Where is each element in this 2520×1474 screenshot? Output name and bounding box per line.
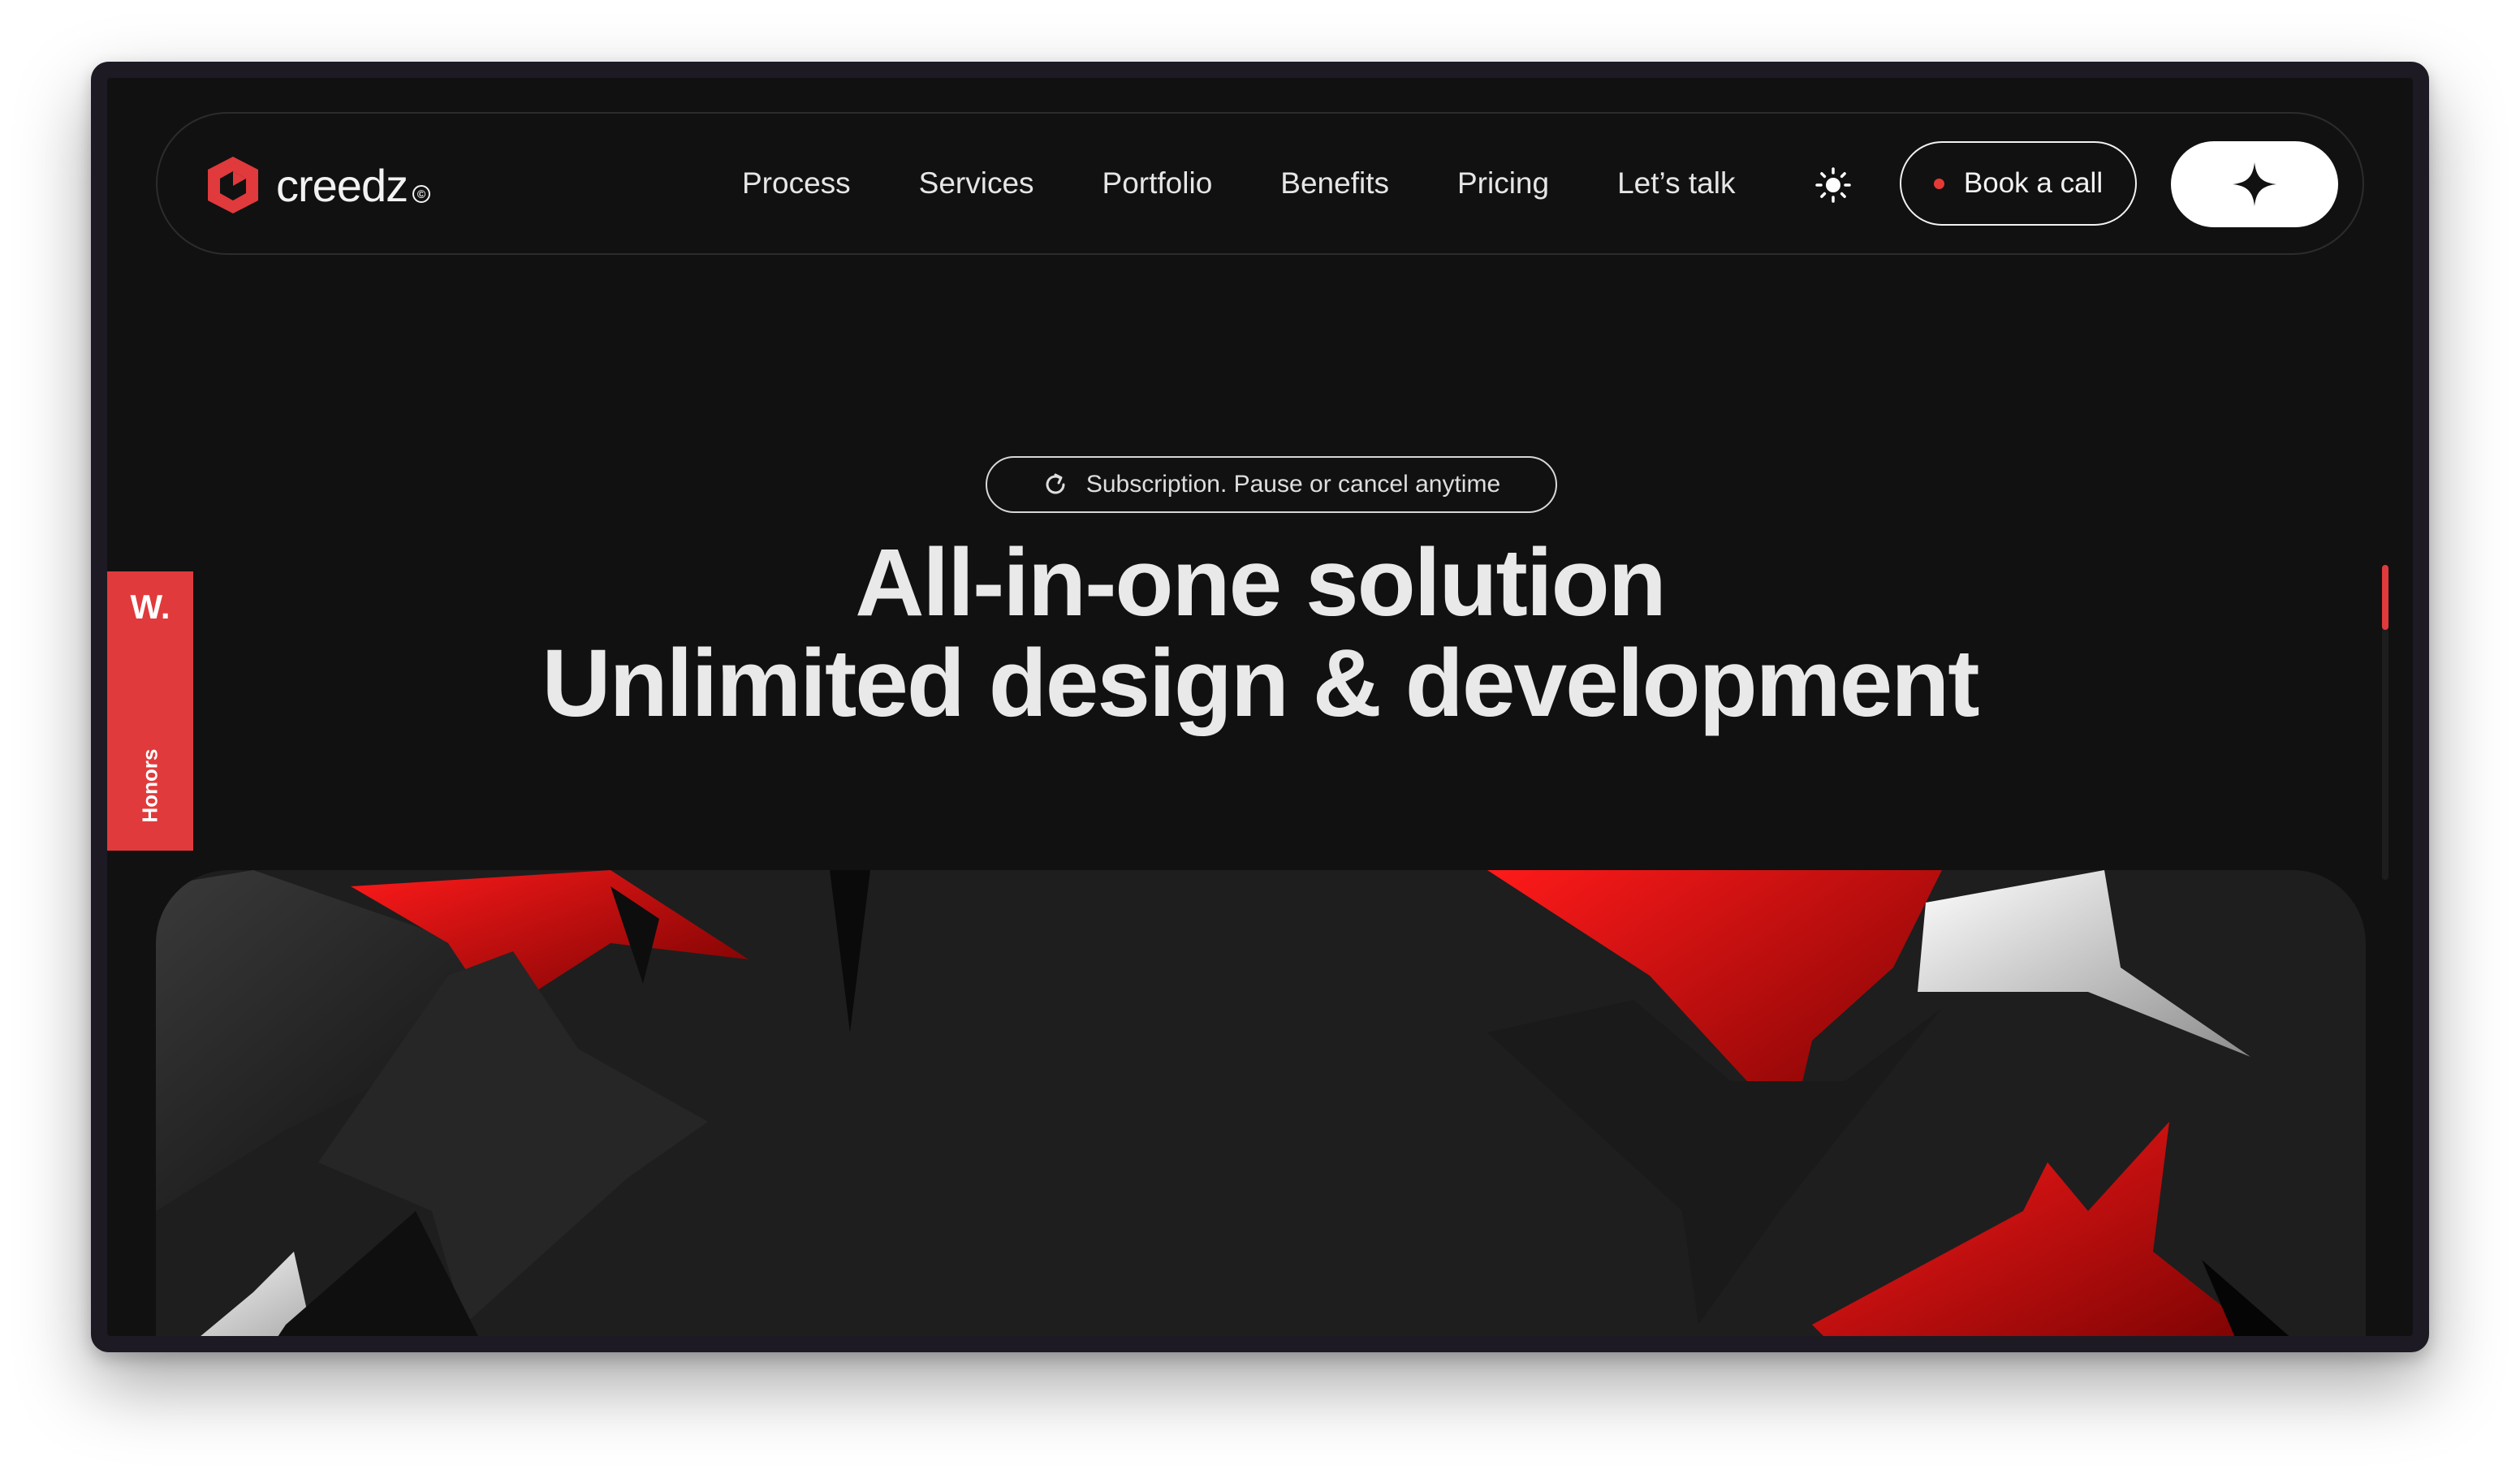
hero-headline: All-in-one solution Unlimited design & d…	[107, 532, 2413, 734]
book-call-label: Book a call	[1963, 167, 2104, 199]
refresh-icon	[1046, 473, 1065, 494]
logo-text: creedz	[276, 159, 408, 211]
honors-label: Honors	[137, 748, 162, 823]
nav-link-benefits[interactable]: Benefits	[1280, 166, 1389, 200]
nav-link-lets-talk[interactable]: Let’s talk	[1617, 166, 1735, 200]
nav-link-portfolio[interactable]: Portfolio	[1102, 166, 1213, 200]
nav-link-process[interactable]: Process	[742, 166, 851, 200]
nav-link-services[interactable]: Services	[919, 166, 1034, 200]
status-dot	[1933, 178, 1944, 189]
logo-mark-icon	[208, 157, 258, 213]
scrollbar-thumb[interactable]	[2382, 565, 2388, 630]
hero-3d-artwork	[156, 870, 2366, 1336]
page-viewport: creedz © Process Services Portfolio Bene…	[107, 78, 2413, 1336]
book-call-button[interactable]: Book a call	[1900, 141, 2137, 226]
subscription-badge: Subscription. Pause or cancel anytime	[986, 456, 1557, 513]
scrollbar-track[interactable]	[2382, 565, 2388, 880]
headline-line-2: Unlimited design & development	[542, 630, 1979, 737]
copyright-mark: ©	[412, 185, 431, 203]
sparkle-icon	[2233, 162, 2276, 206]
shape-white-right	[1918, 870, 2250, 1057]
shape-black-right	[1487, 1000, 1942, 1325]
badge-text: Subscription. Pause or cancel anytime	[1085, 471, 1501, 498]
sun-icon[interactable]	[1814, 166, 1853, 205]
top-navbar: creedz © Process Services Portfolio Bene…	[156, 112, 2364, 255]
nav-links: Process Services Portfolio Benefits Pric…	[742, 114, 1803, 253]
logo[interactable]: creedz ©	[205, 153, 431, 218]
nav-link-pricing[interactable]: Pricing	[1457, 166, 1549, 200]
sparkle-button[interactable]	[2171, 141, 2338, 227]
browser-window: creedz © Process Services Portfolio Bene…	[91, 62, 2429, 1352]
honors-mark: W.	[130, 588, 170, 626]
honors-side-tab[interactable]: W. Honors	[107, 571, 193, 851]
headline-line-1: All-in-one solution	[855, 529, 1667, 636]
shape-spike-black	[830, 870, 870, 1032]
